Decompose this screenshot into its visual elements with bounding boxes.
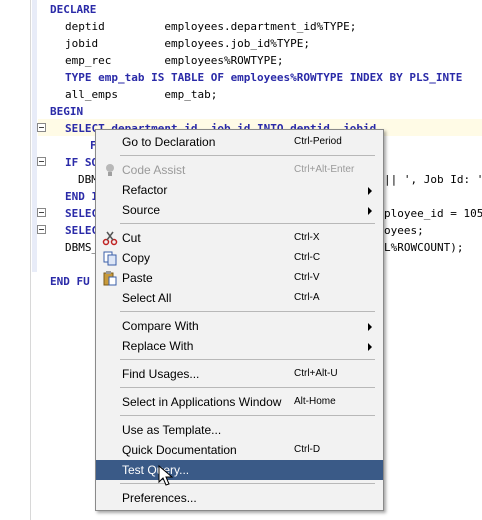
menu-item-label: Find Usages... <box>122 367 200 381</box>
copy-icon <box>103 251 117 266</box>
menu-item-label: Replace With <box>122 339 194 353</box>
code-line: BEGIN <box>50 105 84 118</box>
menu-item-label: Select All <box>122 291 172 305</box>
menu-item-label: Compare With <box>122 319 199 333</box>
code-line: SELEC <box>65 207 99 220</box>
menu-item-paste[interactable]: Paste Ctrl-V <box>96 268 383 288</box>
code-line: SELEC <box>65 224 99 237</box>
menu-separator <box>120 223 375 224</box>
menu-item-label: Quick Documentation <box>122 443 237 457</box>
menu-item-label: Preferences... <box>122 491 197 505</box>
menu-item-refactor[interactable]: Refactor <box>96 180 383 200</box>
code-line: emp_rec employees%ROWTYPE; <box>65 54 284 67</box>
menu-separator <box>120 311 375 312</box>
code-line: END I <box>65 190 99 203</box>
menu-item-source[interactable]: Source <box>96 200 383 220</box>
menu-item-copy[interactable]: Copy Ctrl-C <box>96 248 383 268</box>
paste-icon <box>103 271 117 286</box>
menu-item-label: Source <box>122 203 161 217</box>
menu-item-find-usages[interactable]: Find Usages... Ctrl+Alt-U <box>96 364 383 384</box>
submenu-arrow-icon <box>368 207 372 215</box>
menu-item-shortcut: Alt-Home <box>294 396 336 407</box>
menu-item-replace-with[interactable]: Replace With <box>96 336 383 356</box>
menu-item-shortcut: Ctrl-X <box>294 232 320 243</box>
submenu-arrow-icon <box>368 187 372 195</box>
menu-item-code-assist[interactable]: Code Assist Ctrl+Alt-Enter <box>96 160 383 180</box>
menu-separator <box>120 155 375 156</box>
menu-item-label: Test Query... <box>122 463 190 477</box>
menu-item-shortcut: Ctrl-A <box>294 292 320 303</box>
code-line: jobid employees.job_id%TYPE; <box>65 37 311 50</box>
code-line: IF SQ <box>65 156 99 169</box>
code-line: DECLARE <box>50 3 97 16</box>
menu-item-shortcut: Ctrl-V <box>294 272 320 283</box>
menu-item-quick-documentation[interactable]: Quick Documentation Ctrl-D <box>96 440 383 460</box>
gutter-divider <box>30 0 31 520</box>
menu-item-label: Use as Template... <box>122 423 222 437</box>
submenu-arrow-icon <box>368 323 372 331</box>
menu-item-select-in-applications-window[interactable]: Select in Applications Window Alt-Home <box>96 392 383 412</box>
code-line: deptid employees.department_id%TYPE; <box>65 18 356 35</box>
lightbulb-icon <box>106 164 114 176</box>
menu-separator <box>120 387 375 388</box>
code-line: DBMS_ <box>65 241 99 254</box>
code-fragment: ployee_id = 105 <box>384 207 482 220</box>
menu-item-label: Select in Applications Window <box>122 395 282 409</box>
mouse-pointer-icon <box>158 465 174 486</box>
submenu-arrow-icon <box>368 343 372 351</box>
menu-item-select-all[interactable]: Select All Ctrl-A <box>96 288 383 308</box>
code-text: TYPE emp_tab IS TABLE OF employees%ROWTY… <box>65 71 463 84</box>
context-menu: Go to Declaration Ctrl-Period Code Assis… <box>95 129 384 511</box>
code-fragment: L%ROWCOUNT); <box>384 241 464 254</box>
menu-item-shortcut: Ctrl+Alt-U <box>294 368 338 379</box>
editor-gutter <box>0 0 30 520</box>
menu-item-label: Copy <box>122 251 151 265</box>
menu-item-compare-with[interactable]: Compare With <box>96 316 383 336</box>
menu-separator <box>120 359 375 360</box>
menu-item-label: Go to Declaration <box>122 135 216 149</box>
menu-item-test-query[interactable]: Test Query... <box>96 460 383 480</box>
code-line: TYPE emp_tab IS TABLE OF employees%ROWTY… <box>65 69 462 86</box>
code-fragment: || ', Job Id: ' <box>384 173 482 186</box>
menu-item-label: Paste <box>122 271 153 285</box>
menu-item-label: Refactor <box>122 183 168 197</box>
menu-item-cut[interactable]: Cut Ctrl-X <box>96 228 383 248</box>
code-fragment: oyees; <box>384 224 424 237</box>
menu-separator <box>120 415 375 416</box>
menu-item-label: Cut <box>122 231 141 245</box>
menu-item-use-as-template[interactable]: Use as Template... <box>96 420 383 440</box>
scissors-icon <box>102 231 118 246</box>
code-text: deptid employees.department_id%TYPE; <box>65 20 357 33</box>
code-line: all_emps emp_tab; <box>65 88 218 101</box>
menu-item-go-to-declaration[interactable]: Go to Declaration Ctrl-Period <box>96 132 383 152</box>
menu-item-preferences[interactable]: Preferences... <box>96 488 383 508</box>
menu-item-shortcut: Ctrl-D <box>294 444 321 455</box>
menu-item-shortcut: Ctrl-Period <box>294 136 342 147</box>
menu-item-label: Code Assist <box>122 163 186 177</box>
code-line: END FU <box>50 275 90 288</box>
menu-item-shortcut: Ctrl+Alt-Enter <box>294 164 355 175</box>
menu-item-shortcut: Ctrl-C <box>294 252 321 263</box>
